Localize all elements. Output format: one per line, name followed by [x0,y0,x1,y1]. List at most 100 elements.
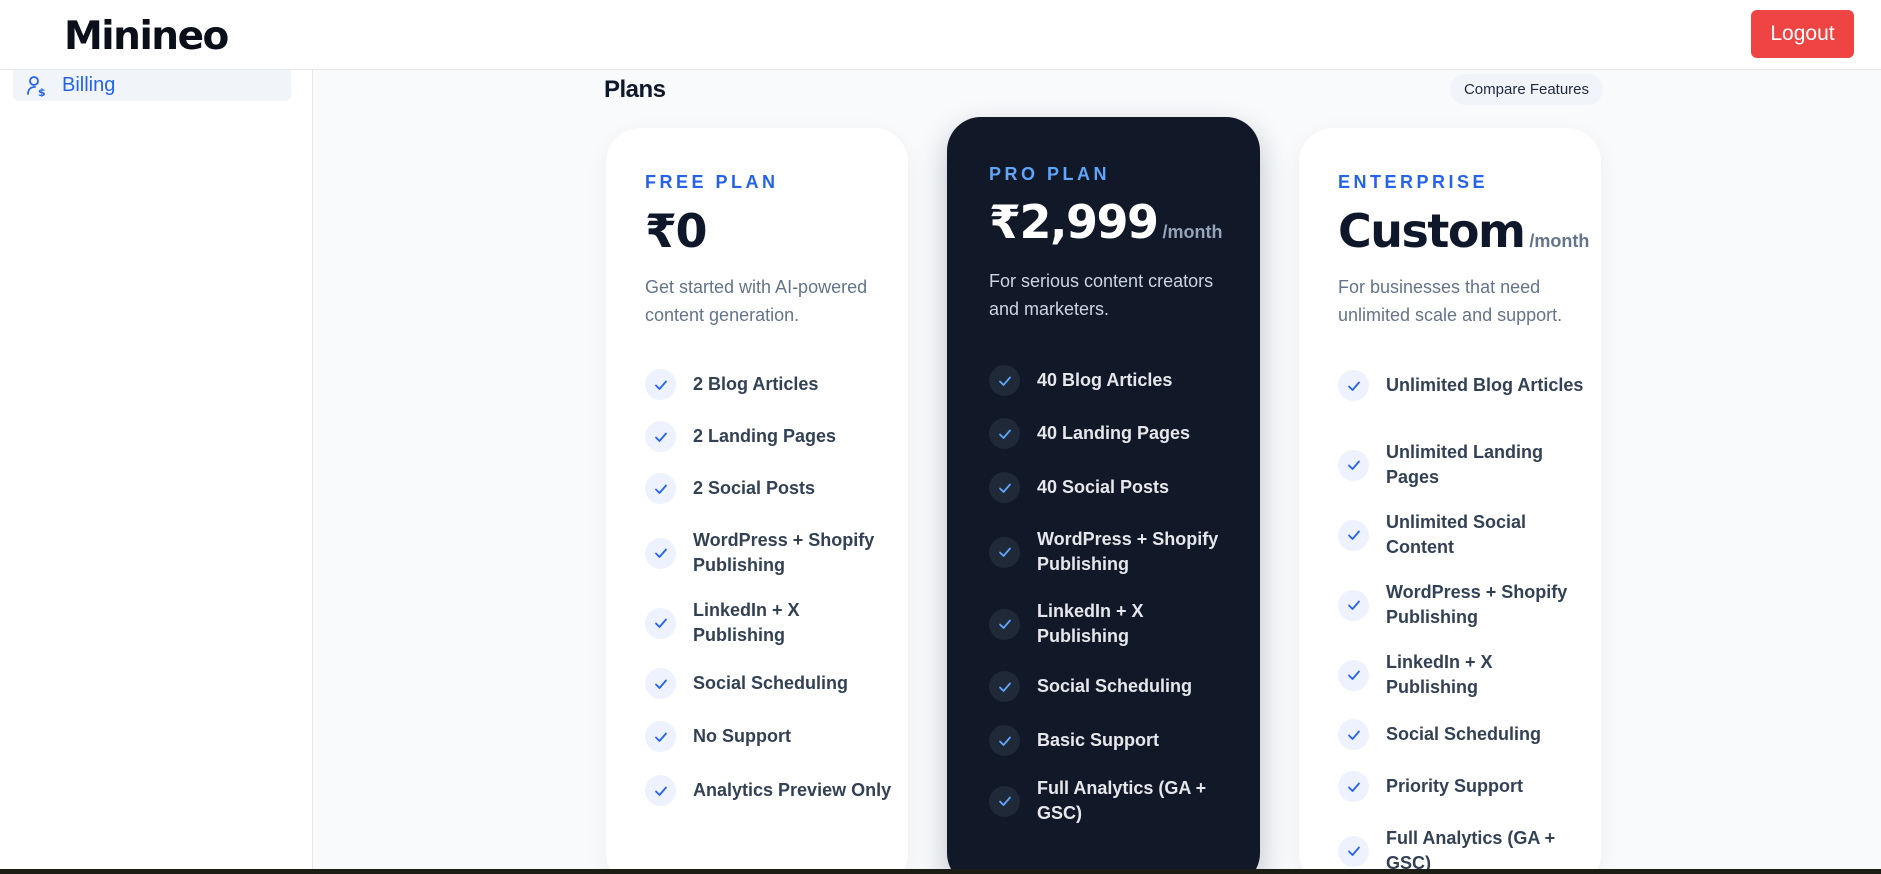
feature-item: 40 Landing Pages [989,418,1239,449]
check-icon [645,369,676,400]
feature-item: 2 Social Posts [645,473,895,504]
feature-text: Full Analytics (GA + GSC) [1037,778,1207,823]
check-icon [1338,519,1369,551]
check-icon [645,775,676,806]
check-icon [989,725,1020,756]
feature-item: No Support [645,721,895,752]
check-icon [1338,370,1369,401]
feature-text: LinkedIn + X Publishing [1386,652,1493,697]
check-icon [645,473,676,504]
sidebar-item-label: Billing [62,74,116,96]
top-header: Minineo Logout [0,0,1881,70]
feature-text: 2 Landing Pages [693,426,837,446]
feature-text: Social Scheduling [1037,676,1193,696]
plan-card-free[interactable]: FREE PLAN ₹0 Get started with AI-powered… [606,128,908,874]
svg-text:$: $ [38,86,46,97]
plan-period: /month [1162,222,1223,242]
feature-item: Priority Support [1338,771,1588,802]
plan-name: FREE PLAN [645,172,779,192]
feature-text: Social Scheduling [1386,724,1542,744]
plan-card-enterprise[interactable]: ENTERPRISE Custom /month For businesses … [1299,128,1601,874]
plan-description: For businesses that need unlimited scale… [1338,277,1563,325]
plan-description: Get started with AI-powered content gene… [645,277,868,325]
feature-item: LinkedIn + X Publishing [1338,650,1588,700]
feature-text: No Support [693,726,791,746]
feature-item: WordPress + Shopify Publishing [1338,580,1588,630]
plan-card-pro[interactable]: PRO PLAN ₹2,999 /month For serious conte… [947,117,1260,874]
feature-text: 40 Landing Pages [1037,423,1191,443]
check-icon [989,365,1020,396]
feature-text: 40 Blog Articles [1037,370,1173,390]
feature-item: WordPress + Shopify Publishing [989,527,1239,577]
feature-text: Basic Support [1037,730,1160,750]
check-icon [989,536,1020,568]
compare-features-button[interactable]: Compare Features [1450,74,1603,105]
feature-text: Social Scheduling [693,673,849,693]
feature-text: Full Analytics (GA + GSC) [1386,828,1556,873]
check-icon [1338,659,1369,691]
feature-item: Analytics Preview Only [645,775,895,806]
feature-text: WordPress + Shopify Publishing [1386,582,1568,627]
feature-text: LinkedIn + X Publishing [693,600,800,645]
feature-text: Unlimited Social Content [1386,512,1527,557]
feature-item: Full Analytics (GA + GSC) [989,776,1239,826]
feature-item: Unlimited Social Content [1338,510,1588,560]
plan-price: ₹0 [645,204,708,258]
feature-item: WordPress + Shopify Publishing [645,528,895,578]
feature-text: 2 Social Posts [693,478,816,498]
feature-item: 2 Landing Pages [645,421,895,452]
feature-item: Social Scheduling [1338,719,1588,750]
check-icon [645,668,676,699]
feature-item: LinkedIn + X Publishing [989,599,1239,649]
check-icon [989,608,1020,640]
check-icon [1338,719,1369,750]
feature-text: 2 Blog Articles [693,374,819,394]
feature-item: Unlimited Blog Articles [1338,370,1588,401]
check-icon [645,607,676,639]
check-icon [645,537,676,569]
feature-item: 2 Blog Articles [645,369,895,400]
feature-item: Social Scheduling [645,668,895,699]
plan-price: Custom [1338,204,1526,258]
check-icon [989,671,1020,702]
feature-text: Unlimited Landing Pages [1386,442,1543,487]
price-row: ₹2,999 /month [989,195,1223,249]
sidebar-item-billing[interactable]: $ Billing [13,70,291,101]
feature-text: LinkedIn + X Publishing [1037,601,1144,646]
feature-item: Basic Support [989,725,1239,756]
feature-text: 40 Social Posts [1037,477,1170,497]
feature-text: Analytics Preview Only [693,780,892,800]
feature-item: Full Analytics (GA + GSC) [1338,826,1588,874]
feature-item: 40 Blog Articles [989,365,1239,396]
check-icon [1338,771,1369,802]
check-icon [645,421,676,452]
feature-item: Social Scheduling [989,671,1239,702]
feature-text: Priority Support [1386,776,1524,796]
window-bottom-edge [0,869,1881,874]
plans-title: Plans [604,76,666,103]
plan-description: For serious content creators and markete… [989,271,1214,319]
check-icon [1338,449,1369,481]
check-icon [1338,835,1369,867]
billing-user-icon: $ [26,75,48,97]
check-icon [989,785,1020,817]
plan-name: ENTERPRISE [1338,172,1489,192]
sidebar: $ Billing [0,70,313,870]
check-icon [989,472,1020,503]
plan-price: ₹2,999 [989,195,1159,249]
check-icon [989,418,1020,449]
price-row: ₹0 [645,204,708,258]
plan-period: /month [1529,231,1590,251]
feature-text: Unlimited Blog Articles [1386,375,1584,395]
check-icon [645,721,676,752]
feature-item: Unlimited Landing Pages [1338,440,1588,490]
feature-text: WordPress + Shopify Publishing [1037,529,1219,574]
feature-item: LinkedIn + X Publishing [645,598,895,648]
plan-name: PRO PLAN [989,164,1111,184]
check-icon [1338,589,1369,621]
logout-button[interactable]: Logout [1751,10,1854,58]
price-row: Custom /month [1338,204,1589,258]
app-logo[interactable]: Minineo [64,14,229,59]
feature-item: 40 Social Posts [989,472,1239,503]
feature-text: WordPress + Shopify Publishing [693,530,875,575]
